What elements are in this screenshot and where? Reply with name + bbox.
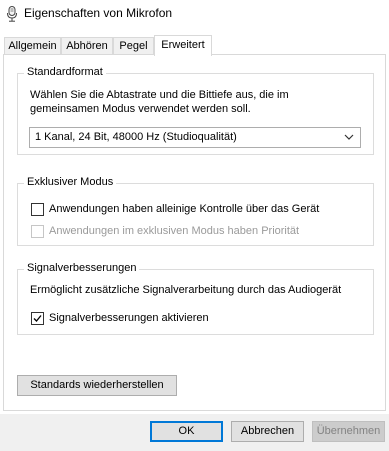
microphone-icon xyxy=(7,6,17,22)
exklusiver-modus-group: Exklusiver Modus Anwendungen haben allei… xyxy=(17,176,374,246)
format-select-value: 1 Kanal, 24 Bit, 48000 Hz (Studioqualitä… xyxy=(35,131,237,143)
ok-label: OK xyxy=(178,425,195,437)
signalverbesserungen-group: Signalverbesserungen Ermöglicht zusätzli… xyxy=(17,262,374,335)
tab-label: Abhören xyxy=(66,40,108,52)
tab-allgemein[interactable]: Allgemein xyxy=(4,37,61,54)
tab-label: Allgemein xyxy=(8,40,57,52)
restore-defaults-button[interactable]: Standards wiederherstellen xyxy=(17,375,177,396)
tab-pegel[interactable]: Pegel xyxy=(113,37,154,54)
window-title: Eigenschaften von Mikrofon xyxy=(24,6,173,20)
standardformat-group: Standardformat Wählen Sie die Abtastrate… xyxy=(17,66,374,155)
title-bar: Eigenschaften von Mikrofon xyxy=(0,0,389,28)
exclusive-control-label: Anwendungen haben alleinige Kontrolle üb… xyxy=(49,203,320,215)
signalverbesserungen-title: Signalverbesserungen xyxy=(24,262,140,274)
tab-label: Pegel xyxy=(119,40,148,52)
enhancements-label: Signalverbesserungen aktivieren xyxy=(49,312,209,324)
tab-bar: Allgemein Abhören Pegel Erweitert xyxy=(0,35,389,56)
exclusive-control-checkbox[interactable] xyxy=(31,203,44,216)
checkmark-icon xyxy=(33,315,42,322)
signalverbesserungen-description: Ermöglicht zusätzliche Signalverarbeitun… xyxy=(30,284,342,296)
ok-button[interactable]: OK xyxy=(150,421,223,442)
tab-label: Erweitert xyxy=(161,39,205,51)
exclusive-priority-checkbox xyxy=(31,225,44,238)
cancel-label: Abbrechen xyxy=(240,425,295,437)
enhancements-checkbox-row[interactable]: Signalverbesserungen aktivieren xyxy=(31,311,361,327)
apply-button: Übernehmen xyxy=(312,421,385,442)
standardformat-description-line2: gemeinsamen Modus verwendet werden soll. xyxy=(30,103,251,115)
cancel-button[interactable]: Abbrechen xyxy=(231,421,304,442)
exklusiver-modus-title: Exklusiver Modus xyxy=(24,176,117,188)
exclusive-priority-label: Anwendungen im exklusiven Modus haben Pr… xyxy=(49,225,300,237)
restore-defaults-label: Standards wiederherstellen xyxy=(30,379,164,391)
dialog-footer: OK Abbrechen Übernehmen xyxy=(0,414,389,451)
apply-label: Übernehmen xyxy=(316,425,381,437)
exclusive-priority-checkbox-row: Anwendungen im exklusiven Modus haben Pr… xyxy=(31,224,361,240)
chevron-down-icon xyxy=(344,134,354,140)
tab-abhoeren[interactable]: Abhören xyxy=(61,37,113,54)
standardformat-title: Standardformat xyxy=(24,66,106,78)
format-select[interactable]: 1 Kanal, 24 Bit, 48000 Hz (Studioqualitä… xyxy=(29,127,361,148)
exclusive-control-checkbox-row[interactable]: Anwendungen haben alleinige Kontrolle üb… xyxy=(31,202,361,218)
standardformat-description-line1: Wählen Sie die Abtastrate und die Bittie… xyxy=(30,89,289,101)
tab-content-panel: Standardformat Wählen Sie die Abtastrate… xyxy=(3,54,386,411)
tab-erweitert[interactable]: Erweitert xyxy=(154,35,212,56)
enhancements-checkbox[interactable] xyxy=(31,312,44,325)
